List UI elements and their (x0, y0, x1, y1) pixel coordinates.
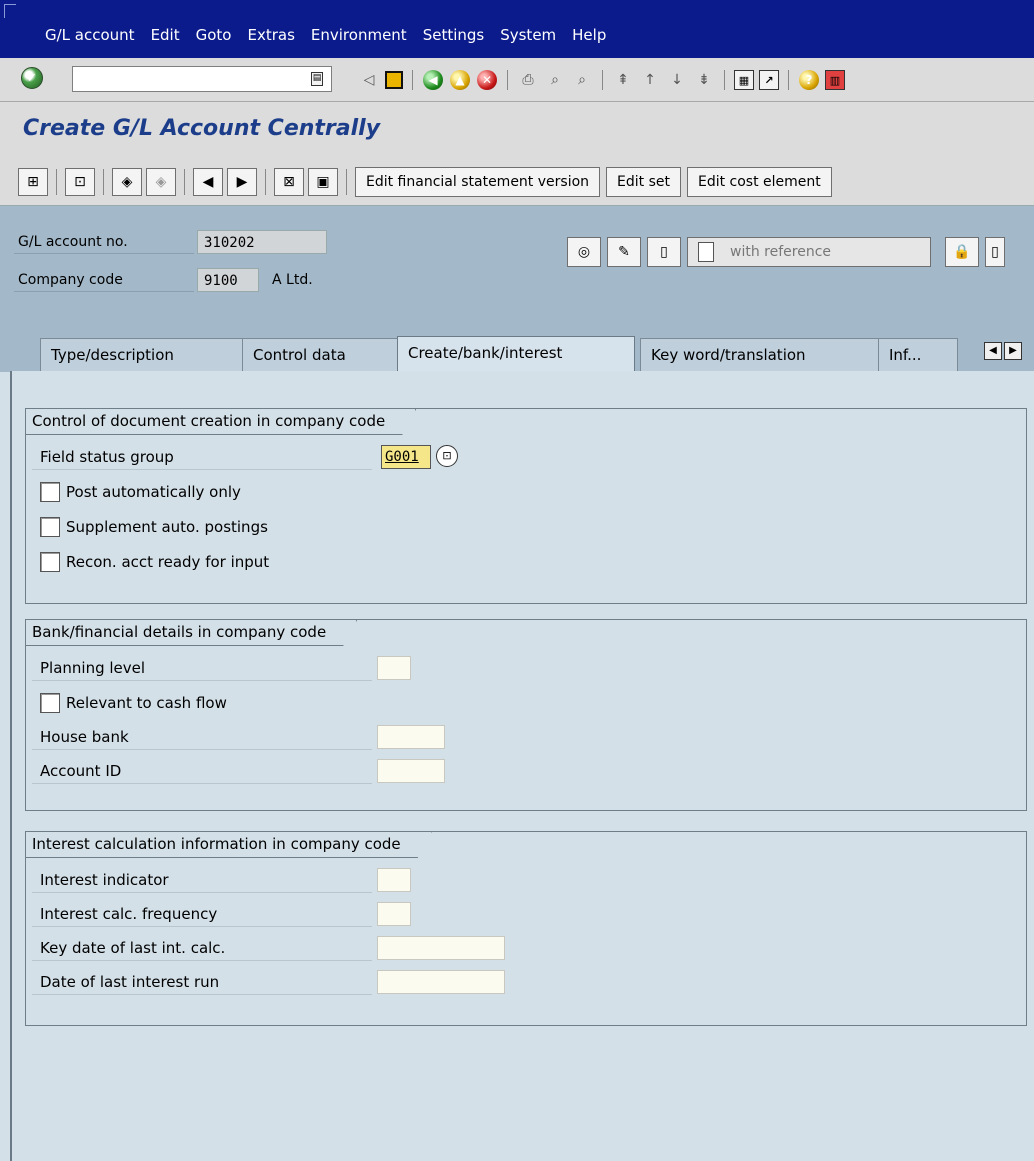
planning-level-label: Planning level (32, 655, 372, 681)
create-page-icon[interactable]: ▯ (647, 237, 681, 267)
company-code-label: Company code (14, 268, 194, 292)
house-bank-input[interactable] (377, 725, 445, 749)
application-toolbar: ⊞ ⊡ ◈ ◈ ◀ ▶ ⊠ ▣ Edit financial statement… (0, 154, 1034, 206)
planning-level-input[interactable] (377, 656, 411, 680)
first-page-icon[interactable]: ⇞ (612, 69, 634, 91)
layout-icon[interactable]: ▥ (825, 70, 845, 90)
tab-control-data[interactable]: Control data (242, 338, 402, 372)
company-code-field: 9100 (197, 268, 259, 292)
key-date-last-calc-label: Key date of last int. calc. (32, 935, 372, 961)
supplement-auto-label: Supplement auto. postings (66, 518, 268, 536)
date-last-run-input[interactable] (377, 970, 505, 994)
edit-set-button[interactable]: Edit set (606, 167, 681, 197)
menu-extras[interactable]: Extras (247, 26, 294, 44)
field-status-group-label: Field status group (32, 444, 372, 470)
hierarchy-icon[interactable]: ⊞ (18, 168, 48, 196)
window-menu-icon[interactable] (4, 4, 16, 18)
company-name: A Ltd. (272, 272, 313, 288)
cancel-icon[interactable]: ✕ (476, 69, 498, 91)
relevant-cash-flow-label: Relevant to cash flow (66, 694, 227, 712)
group-interest-calculation: Interest calculation information in comp… (25, 831, 1027, 1026)
where-used-icon[interactable]: ◈ (112, 168, 142, 196)
document-icon[interactable]: ▣ (308, 168, 338, 196)
tab-strip: Type/description Control data Create/ban… (0, 316, 1034, 373)
menu-environment[interactable]: Environment (311, 26, 407, 44)
edit-cost-element-button[interactable]: Edit cost element (686, 167, 832, 197)
account-id-input[interactable] (377, 759, 445, 783)
page-icon (698, 242, 714, 262)
menu-gl-account[interactable]: G/L account (45, 26, 135, 44)
with-reference-button[interactable]: with reference (687, 237, 931, 267)
tab-information[interactable]: Inf... (878, 338, 958, 372)
last-page-icon[interactable]: ⇟ (693, 69, 715, 91)
gl-account-field: 310202 (197, 230, 327, 254)
shortcut-icon[interactable]: ↗ (759, 70, 779, 90)
structure-icon[interactable]: ⊡ (65, 168, 95, 196)
tab-content: Control of document creation in company … (10, 371, 1034, 1161)
next-page-icon[interactable]: ↓ (666, 69, 688, 91)
edit-fs-version-button[interactable]: Edit financial statement version (355, 167, 601, 197)
recon-ready-label: Recon. acct ready for input (66, 553, 270, 571)
print-icon[interactable]: ⎙ (517, 69, 539, 91)
standard-toolbar: ✓ ▤ ◁ ◀ ▲ ✕ ⎙ ⌕ ⌕ ⇞ ↑ ↓ ⇟ ▦ ↗ ? ▥ (0, 58, 1034, 102)
date-last-run-label: Date of last interest run (32, 969, 372, 995)
delete-icon[interactable]: ▯ (985, 237, 1005, 267)
interest-frequency-label: Interest calc. frequency (32, 901, 372, 927)
save-icon[interactable] (385, 71, 403, 89)
enter-icon[interactable]: ✓ (21, 67, 43, 89)
filter-icon[interactable]: ⊠ (274, 168, 304, 196)
display-icon[interactable]: ◎ (567, 237, 601, 267)
group-title: Bank/financial details in company code (26, 620, 357, 646)
command-field[interactable]: ▤ (72, 66, 332, 92)
tab-scroll-right-icon[interactable]: ▶ (1004, 342, 1022, 360)
find-next-icon[interactable]: ⌕ (571, 69, 593, 91)
post-auto-only-label: Post automatically only (66, 483, 241, 501)
find-icon[interactable]: ⌕ (544, 69, 566, 91)
field-status-group-input[interactable]: G001 (381, 445, 431, 469)
house-bank-label: House bank (32, 724, 372, 750)
group-title: Interest calculation information in comp… (26, 832, 432, 858)
menu-help[interactable]: Help (572, 26, 606, 44)
gl-account-label: G/L account no. (14, 230, 194, 254)
next-icon[interactable]: ▶ (227, 168, 257, 196)
group-title: Control of document creation in company … (26, 409, 416, 435)
tab-scroll-left-icon[interactable]: ◀ (984, 342, 1002, 360)
title-bar: Create G/L Account Centrally (0, 102, 1034, 154)
collapse-arrow-icon[interactable]: ◁ (358, 69, 380, 91)
command-input[interactable] (73, 67, 298, 91)
previous-icon[interactable]: ◀ (193, 168, 223, 196)
exit-icon[interactable]: ▲ (449, 69, 471, 91)
interest-indicator-label: Interest indicator (32, 867, 372, 893)
possible-entries-icon[interactable]: ⊡ (436, 445, 458, 467)
group-document-creation: Control of document creation in company … (25, 408, 1027, 604)
menu-settings[interactable]: Settings (423, 26, 485, 44)
group-bank-details: Bank/financial details in company code P… (25, 619, 1027, 811)
menu-goto[interactable]: Goto (196, 26, 232, 44)
interest-frequency-input[interactable] (377, 902, 411, 926)
menu-bar: G/L account Edit Goto Extras Environment… (0, 0, 1034, 58)
interest-indicator-input[interactable] (377, 868, 411, 892)
relevant-cash-flow-checkbox[interactable] (40, 693, 60, 713)
change-pencil-icon[interactable]: ✎ (607, 237, 641, 267)
previous-page-icon[interactable]: ↑ (639, 69, 661, 91)
with-reference-label: with reference (730, 244, 832, 260)
header-area: G/L account no. 310202 Company code 9100… (0, 206, 1034, 316)
back-icon[interactable]: ◀ (422, 69, 444, 91)
recon-ready-checkbox[interactable] (40, 552, 60, 572)
lock-icon[interactable]: 🔒 (945, 237, 979, 267)
supplement-auto-checkbox[interactable] (40, 517, 60, 537)
menu-edit[interactable]: Edit (151, 26, 180, 44)
tab-key-word-translation[interactable]: Key word/translation (640, 338, 880, 372)
account-id-label: Account ID (32, 758, 372, 784)
post-auto-only-checkbox[interactable] (40, 482, 60, 502)
tab-create-bank-interest[interactable]: Create/bank/interest (397, 336, 635, 373)
tab-type-description[interactable]: Type/description (40, 338, 250, 372)
where-used-inactive-icon[interactable]: ◈ (146, 168, 176, 196)
key-date-last-calc-input[interactable] (377, 936, 505, 960)
menu-system[interactable]: System (500, 26, 556, 44)
create-session-icon[interactable]: ▦ (734, 70, 754, 90)
help-icon[interactable]: ? (798, 69, 820, 91)
command-history-icon[interactable]: ▤ (311, 72, 323, 86)
page-title: Create G/L Account Centrally (23, 116, 381, 141)
